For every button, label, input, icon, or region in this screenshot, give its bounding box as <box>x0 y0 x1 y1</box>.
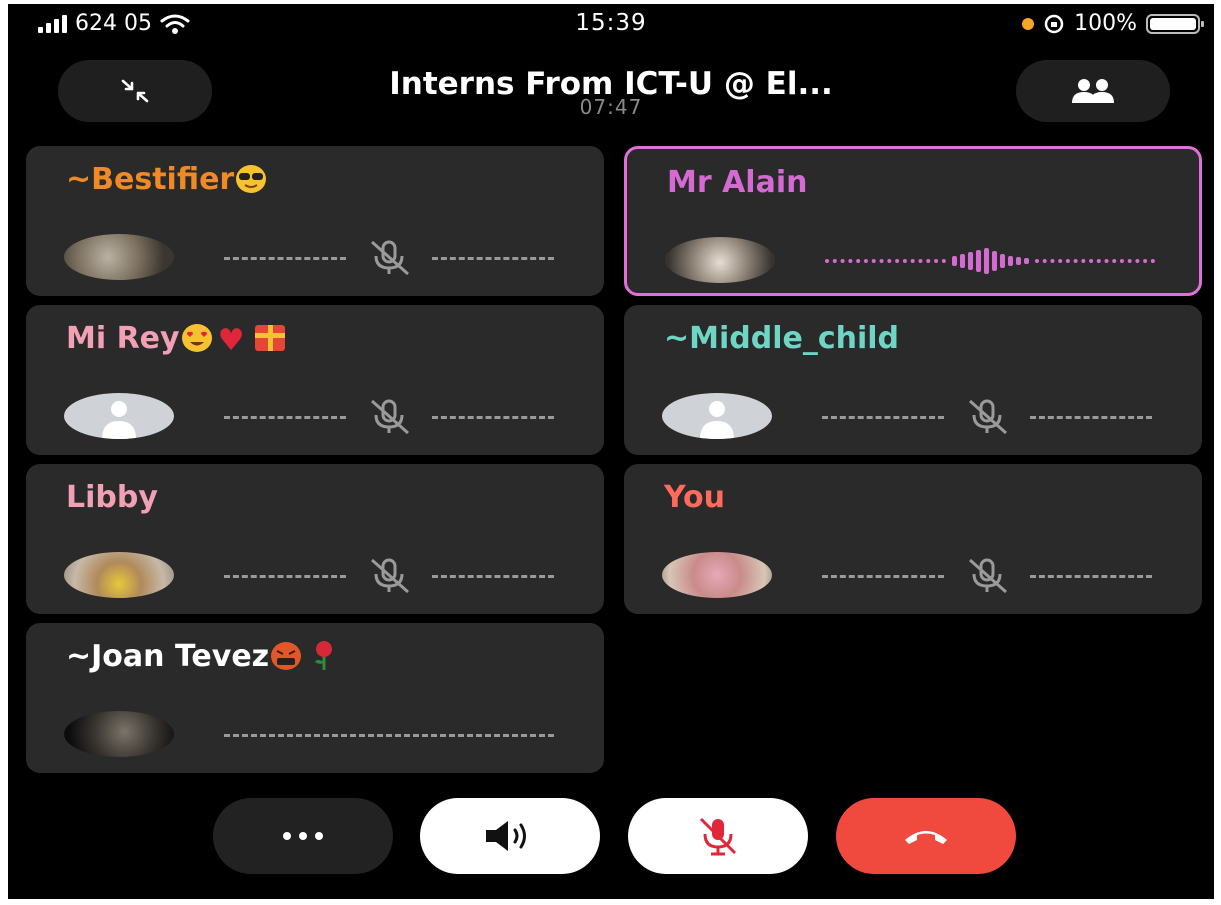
participant-tile[interactable]: Mi Rey ♥ <box>26 305 604 455</box>
audio-indicator <box>224 399 554 435</box>
cursing-face-emoji <box>271 642 302 670</box>
mic-muted-icon <box>371 558 409 594</box>
participant-name-row: ~Joan Tevez <box>66 639 337 674</box>
speaker-icon <box>486 821 526 851</box>
status-bar: 624 05 15:39 100% <box>8 4 1214 44</box>
participant-name: ~Middle_child <box>664 321 900 356</box>
call-screen: 624 05 15:39 100% Interns From ICT-U @ E… <box>8 4 1214 899</box>
end-call-button[interactable] <box>836 798 1016 874</box>
participant-tile[interactable]: ~Middle_child <box>624 305 1202 455</box>
rotation-lock-icon <box>1044 14 1064 33</box>
hang-up-icon <box>905 831 947 844</box>
avatar <box>662 552 772 598</box>
participant-tile-self[interactable]: You <box>624 464 1202 614</box>
gift-emoji <box>254 325 285 351</box>
people-icon <box>1072 79 1114 103</box>
participants-button[interactable] <box>1016 60 1170 122</box>
mic-muted-icon <box>371 399 409 435</box>
battery-percent: 100% <box>1074 11 1137 36</box>
mic-muted-icon <box>969 558 1007 594</box>
mic-in-use-indicator <box>1022 17 1035 30</box>
mic-muted-icon <box>371 240 409 276</box>
participant-name: ~Bestifier <box>66 162 235 197</box>
battery-fill <box>1150 17 1196 30</box>
mic-muted-icon <box>969 399 1007 435</box>
participant-name-row: ~Bestifier <box>66 162 267 197</box>
avatar <box>64 552 174 598</box>
avatar <box>665 237 775 283</box>
battery-icon <box>1146 13 1204 34</box>
mute-button[interactable] <box>628 798 808 874</box>
audio-indicator <box>822 558 1152 594</box>
participant-name-row: Mi Rey ♥ <box>66 321 285 358</box>
speaking-wave <box>825 243 1155 279</box>
audio-indicator <box>224 558 554 594</box>
red-heart-emoji: ♥ <box>217 323 245 358</box>
participant-tile[interactable]: ~Joan Tevez <box>26 623 604 773</box>
participant-tile[interactable]: ~Bestifier <box>26 146 604 296</box>
sunglasses-face-emoji <box>236 165 267 193</box>
participant-name: Mr Alain <box>667 165 808 200</box>
audio-indicator <box>822 399 1152 435</box>
participant-tile-active[interactable]: Mr Alain <box>624 146 1202 296</box>
participant-tile[interactable]: Libby <box>26 464 604 614</box>
avatar <box>64 711 174 757</box>
more-dots-icon <box>283 832 323 840</box>
speaker-button[interactable] <box>420 798 600 874</box>
more-options-button[interactable] <box>213 798 393 874</box>
participant-name: Mi Rey <box>66 321 180 356</box>
participant-name: ~Joan Tevez <box>66 639 270 674</box>
heart-eyes-face-emoji <box>181 324 212 352</box>
rose-emoji <box>311 640 337 670</box>
mic-muted-icon <box>699 817 737 856</box>
audio-indicator <box>224 717 554 753</box>
avatar <box>64 234 174 280</box>
default-avatar <box>662 393 772 439</box>
default-avatar <box>64 393 174 439</box>
participant-name: You <box>664 480 725 515</box>
audio-indicator <box>224 240 554 276</box>
participant-name: Libby <box>66 480 158 515</box>
